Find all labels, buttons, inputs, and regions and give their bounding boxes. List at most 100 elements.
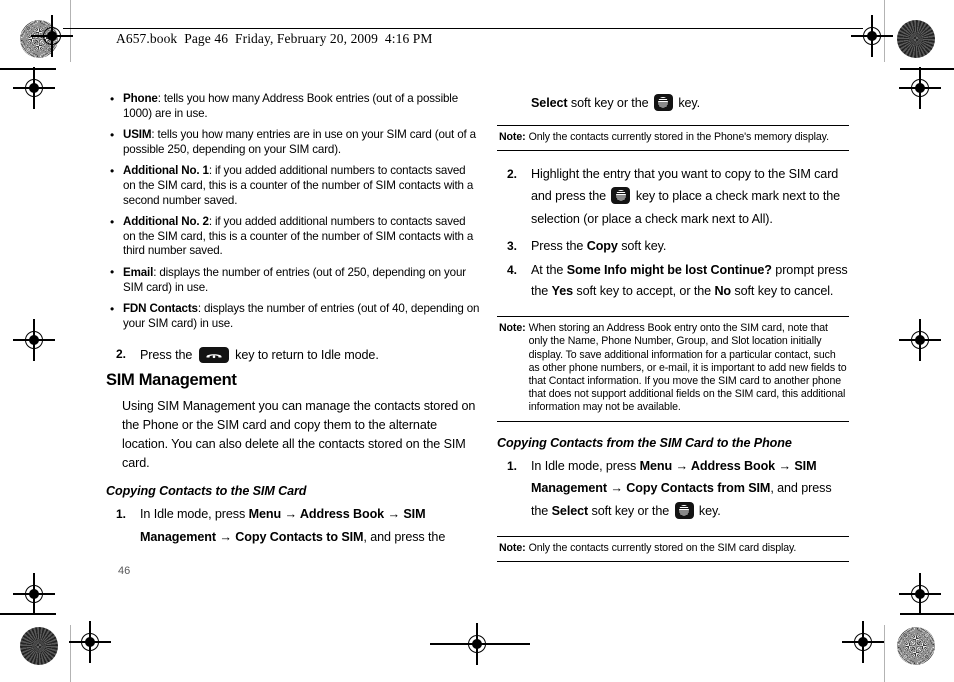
trim-line-bottom-right xyxy=(900,613,954,615)
att-globe-key-icon xyxy=(611,187,631,205)
step-number: 2. xyxy=(116,347,126,362)
page-number: 46 xyxy=(118,565,131,577)
prompt-label: Some Info might be lost Continue? xyxy=(566,263,772,278)
registration-mark-top-header-left xyxy=(13,67,55,109)
note-label: Note: xyxy=(499,130,526,143)
bullet-term: USIM xyxy=(123,128,152,142)
att-globe-key-icon xyxy=(674,501,694,519)
end-call-key-icon xyxy=(198,347,229,364)
memory-status-bullet-list: Phone: tells you how many Address Book e… xyxy=(106,91,481,331)
registration-mark-middle-left xyxy=(13,319,55,361)
bullet-term: Additional No. 1 xyxy=(123,164,209,178)
step-number-placeholder xyxy=(497,92,531,115)
note-sim-card-display: Note: Only the contacts currently stored… xyxy=(497,536,849,563)
att-globe-key-icon xyxy=(653,94,673,111)
step-text-part-d: key. xyxy=(695,503,721,518)
yes-soft-key-label: Yes xyxy=(551,284,574,299)
step-1-copy-from-sim: 1. In Idle mode, press Menu → Address Bo… xyxy=(497,455,849,523)
step-number: 2. xyxy=(507,166,517,181)
step-text-part-b: , and press the xyxy=(363,529,446,544)
step-text-part-a: In Idle mode, press xyxy=(531,458,640,473)
print-density-patch-top-right xyxy=(897,20,935,58)
registration-mark-bottom-right xyxy=(899,573,941,615)
step-text-before-icon: Press the xyxy=(140,348,193,363)
continuation-mid-text: soft key or the xyxy=(567,96,652,110)
subsection-copying-from-sim: Copying Contacts from the SIM Card to th… xyxy=(497,435,792,450)
step-number: 3. xyxy=(507,239,517,254)
note-label: Note: xyxy=(499,322,526,335)
trim-line-bottom-left xyxy=(0,613,56,615)
step-2-highlight-entry: 2. Highlight the entry that you want to … xyxy=(497,163,849,231)
note-text: When storing an Address Book entry onto … xyxy=(528,322,847,414)
step-text-part-c: soft key to accept, or the xyxy=(573,284,715,299)
step-text-part-a: Press the xyxy=(531,239,587,254)
step-number: 1. xyxy=(507,458,517,473)
trim-line-top-left xyxy=(0,68,56,70)
continuation-tail-text: key. xyxy=(674,96,701,110)
note-text: Only the contacts currently stored on th… xyxy=(528,542,797,555)
list-item: Additional No. 1: if you added additiona… xyxy=(106,164,481,208)
page-title: SIM Management xyxy=(106,371,237,390)
trim-line-left xyxy=(70,0,72,62)
subsection-copying-to-sim: Copying Contacts to the SIM Card xyxy=(106,484,307,499)
soft-key-label: Select xyxy=(531,96,568,110)
registration-mark-bottom-left xyxy=(13,573,55,615)
trim-line-right-bottom xyxy=(884,625,886,682)
running-header: A657.book Page 46 Friday, February 20, 2… xyxy=(116,31,433,46)
registration-mark-top-right xyxy=(851,15,893,57)
print-density-patch-bottom-right xyxy=(897,627,935,665)
bullet-text: : tells you how many entries are in use … xyxy=(123,128,476,156)
bullet-term: FDN Contacts xyxy=(123,302,198,316)
soft-key-label: Select xyxy=(551,503,589,518)
list-item: FDN Contacts: displays the number of ent… xyxy=(106,302,481,331)
list-item: USIM: tells you how many entries are in … xyxy=(106,128,481,157)
note-phone-memory: Note: Only the contacts currently stored… xyxy=(497,124,849,151)
no-soft-key-label: No xyxy=(714,284,732,299)
note-label: Note: xyxy=(499,542,526,555)
step-number: 4. xyxy=(507,263,517,278)
soft-key-label: Copy xyxy=(586,239,618,254)
step-text-part-c: soft key or the xyxy=(588,503,673,518)
step-text-part-d: soft key to cancel. xyxy=(731,284,834,299)
step-text-after-icon: key to return to Idle mode. xyxy=(235,348,379,363)
header-rule xyxy=(63,28,863,30)
step-text-part-a: In Idle mode, press xyxy=(140,507,249,522)
step-text: Highlight the entry that you want to cop… xyxy=(531,163,849,231)
step-continuation-select-key: Select soft key or the key. xyxy=(497,92,849,115)
bullet-term: Email xyxy=(123,265,154,279)
list-item: Additional No. 2: if you added additiona… xyxy=(106,215,481,259)
intro-paragraph: Using SIM Management you can manage the … xyxy=(122,399,476,471)
print-density-patch-bottom-left xyxy=(20,627,58,665)
step-text: Press the key to return to Idle mode. xyxy=(140,347,481,364)
scanned-page: A657.book Page 46 Friday, February 20, 2… xyxy=(0,0,954,682)
step-text: Press the Copy soft key. xyxy=(531,239,849,254)
registration-mark-middle-right xyxy=(899,319,941,361)
step-number: 1. xyxy=(116,507,126,522)
registration-mark-top-left xyxy=(31,15,73,57)
right-column: Select soft key or the key. Note: Only t… xyxy=(497,92,849,574)
registration-mark-top-header-right xyxy=(899,67,941,109)
note-sim-storage-limits: Note: When storing an Address Book entry… xyxy=(497,316,849,422)
bullet-text: : displays the number of entries (out of… xyxy=(123,265,466,294)
list-item: Email: displays the number of entries (o… xyxy=(106,265,481,295)
step-text-part-b: soft key. xyxy=(617,239,667,254)
step-text-part-a: At the xyxy=(531,263,567,278)
step-text: Select soft key or the key. xyxy=(531,92,849,115)
bottom-center-rule xyxy=(430,643,530,645)
trim-line-top-right xyxy=(900,68,954,70)
note-text: Only the contacts currently stored in th… xyxy=(528,130,829,143)
step-3-press-copy: 3. Press the Copy soft key. xyxy=(497,239,849,254)
left-column: Phone: tells you how many Address Book e… xyxy=(106,91,481,557)
list-item: Phone: tells you how many Address Book e… xyxy=(106,91,481,121)
step-1-copy-to-sim: 1. In Idle mode, press Menu → Address Bo… xyxy=(106,503,481,548)
step-text: In Idle mode, press Menu → Address Book … xyxy=(531,455,849,523)
bullet-text: : tells you how many Address Book entrie… xyxy=(123,92,459,120)
bullet-term: Additional No. 2 xyxy=(123,215,209,229)
trim-line-left-bottom xyxy=(70,625,72,682)
step-2-return-idle: 2. Press the key to return to Idle mode. xyxy=(106,347,481,364)
step-4-confirm-prompt: 4. At the Some Info might be lost Contin… xyxy=(497,260,849,302)
registration-mark-bottom-right-corner xyxy=(842,621,884,663)
registration-mark-bottom-left-corner xyxy=(69,621,111,663)
step-text: At the Some Info might be lost Continue?… xyxy=(531,260,849,302)
bullet-term: Phone xyxy=(123,92,158,105)
